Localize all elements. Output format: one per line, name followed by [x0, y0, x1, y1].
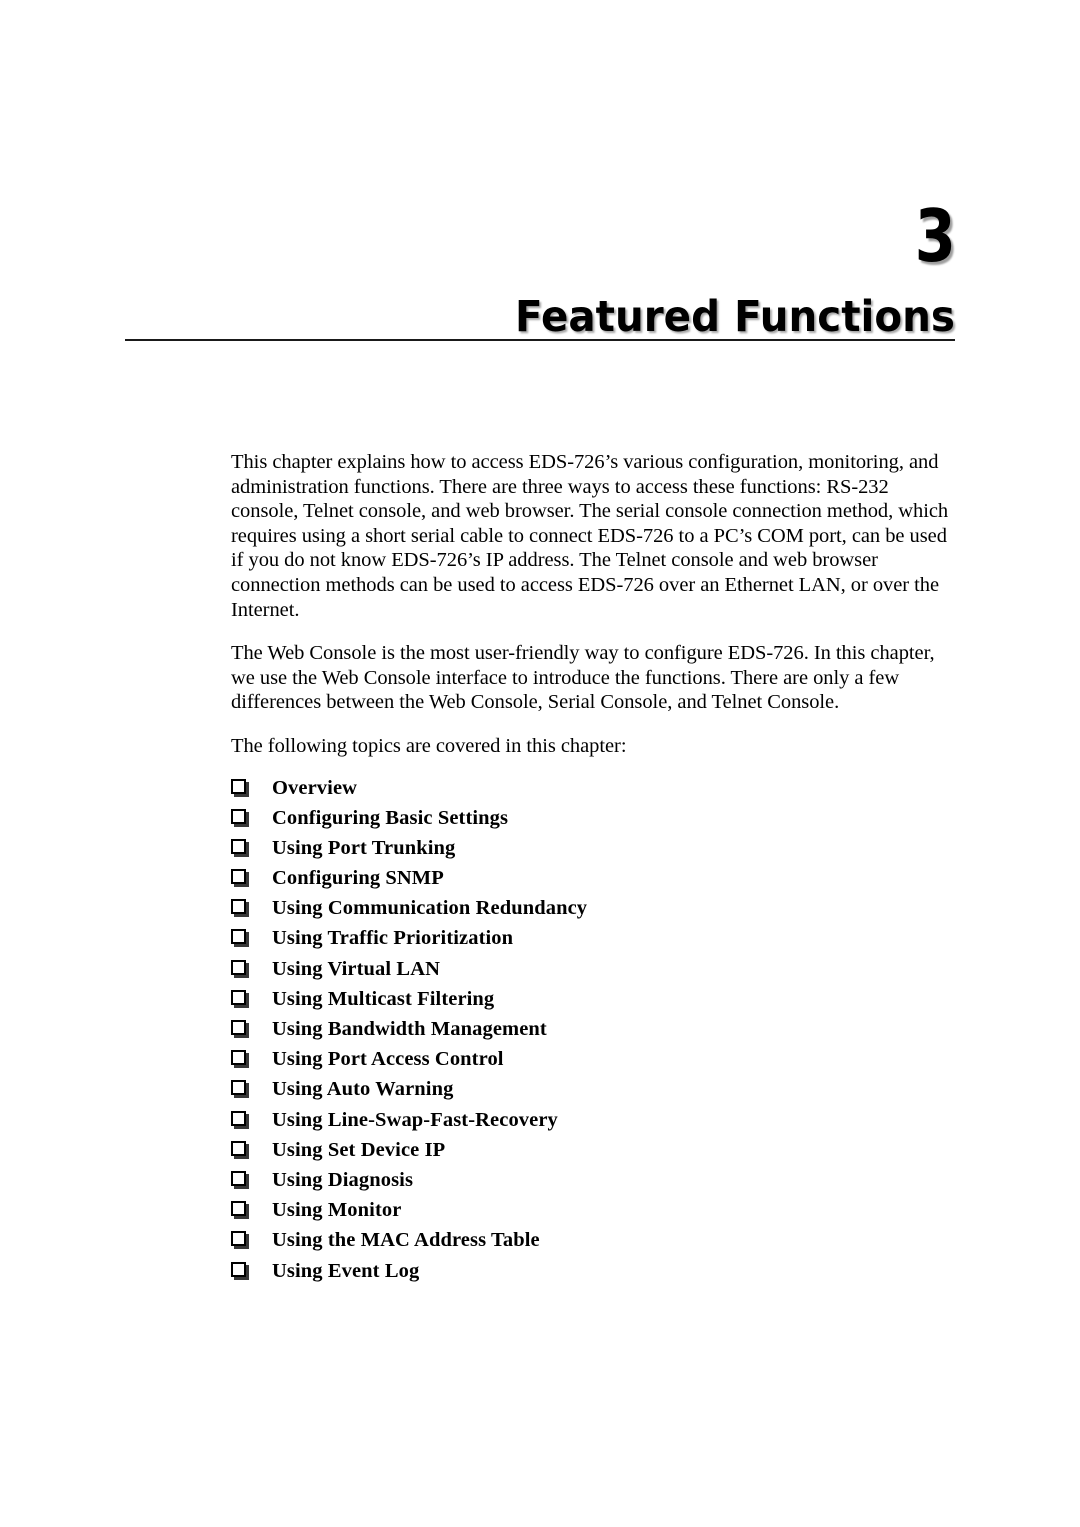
- list-item: Using Traffic Prioritization: [231, 923, 955, 953]
- list-item-label: Using Traffic Prioritization: [272, 927, 514, 950]
- list-item: Using Multicast Filtering: [231, 984, 955, 1014]
- checkbox-square-icon: [231, 989, 246, 1005]
- list-item: Using Set Device IP: [231, 1135, 955, 1165]
- checkbox-square-icon: [231, 838, 246, 854]
- chapter-body: This chapter explains how to access EDS-…: [231, 450, 955, 1286]
- checkbox-square-icon: [231, 1170, 246, 1186]
- chapter-topics-list: Overview Configuring Basic Settings Usin…: [231, 773, 955, 1286]
- list-item-label: Using the MAC Address Table: [272, 1229, 540, 1252]
- list-item-label: Using Multicast Filtering: [272, 987, 495, 1010]
- list-item: Using Port Trunking: [231, 833, 955, 863]
- list-item: Using Port Access Control: [231, 1044, 955, 1074]
- list-item-label: Configuring SNMP: [272, 867, 444, 890]
- checkbox-square-icon: [231, 929, 246, 945]
- checkbox-square-icon: [231, 1140, 246, 1156]
- list-item-label: Using Port Access Control: [272, 1048, 504, 1071]
- checkbox-square-icon: [231, 959, 246, 975]
- list-item: Using Monitor: [231, 1195, 955, 1225]
- checkbox-square-icon: [231, 808, 246, 824]
- list-item-label: Using Line-Swap-Fast-Recovery: [272, 1108, 558, 1131]
- list-item: Configuring Basic Settings: [231, 803, 955, 833]
- list-item-label: Using Diagnosis: [272, 1168, 414, 1191]
- list-item-label: Using Port Trunking: [272, 836, 456, 859]
- list-item: Using Line-Swap-Fast-Recovery: [231, 1105, 955, 1135]
- list-item: Using the MAC Address Table: [231, 1225, 955, 1255]
- list-item-label: Using Auto Warning: [272, 1078, 454, 1101]
- chapter-heading: 3 Featured Functions: [125, 194, 956, 342]
- list-item: Using Diagnosis: [231, 1165, 955, 1195]
- list-item-label: Using Event Log: [272, 1259, 420, 1282]
- page-title: Featured Functions: [514, 292, 955, 342]
- checkbox-square-icon: [231, 869, 246, 885]
- checkbox-square-icon: [231, 899, 246, 915]
- checkbox-square-icon: [231, 1261, 246, 1277]
- checkbox-square-icon: [231, 1050, 246, 1066]
- chapter-number: 3: [914, 194, 956, 278]
- list-item: Using Communication Redundancy: [231, 893, 955, 923]
- topics-lead-in: The following topics are covered in this…: [231, 734, 627, 757]
- intro-paragraph-1: This chapter explains how to access EDS-…: [231, 451, 949, 621]
- list-item-label: Configuring Basic Settings: [272, 806, 509, 829]
- checkbox-square-icon: [231, 1080, 246, 1096]
- intro-paragraph-2: The Web Console is the most user-friendl…: [231, 642, 935, 714]
- list-item-label: Using Set Device IP: [272, 1138, 446, 1161]
- checkbox-square-icon: [231, 1201, 246, 1217]
- list-item-label: Using Communication Redundancy: [272, 897, 588, 920]
- list-item: Using Bandwidth Management: [231, 1014, 955, 1044]
- list-item: Using Auto Warning: [231, 1074, 955, 1104]
- checkbox-square-icon: [231, 778, 246, 794]
- checkbox-square-icon: [231, 1110, 246, 1126]
- list-item: Overview: [231, 773, 955, 803]
- list-item: Configuring SNMP: [231, 863, 955, 893]
- document-page: 3 Featured Functions This chapter explai…: [0, 0, 1080, 1527]
- checkbox-square-icon: [231, 1020, 246, 1036]
- list-item-label: Using Virtual LAN: [272, 957, 441, 980]
- list-item-label: Using Monitor: [272, 1199, 402, 1222]
- list-item-label: Overview: [272, 776, 358, 799]
- title-divider: [125, 339, 955, 341]
- list-item: Using Virtual LAN: [231, 954, 955, 984]
- list-item: Using Event Log: [231, 1256, 955, 1286]
- checkbox-square-icon: [231, 1231, 246, 1247]
- list-item-label: Using Bandwidth Management: [272, 1018, 547, 1041]
